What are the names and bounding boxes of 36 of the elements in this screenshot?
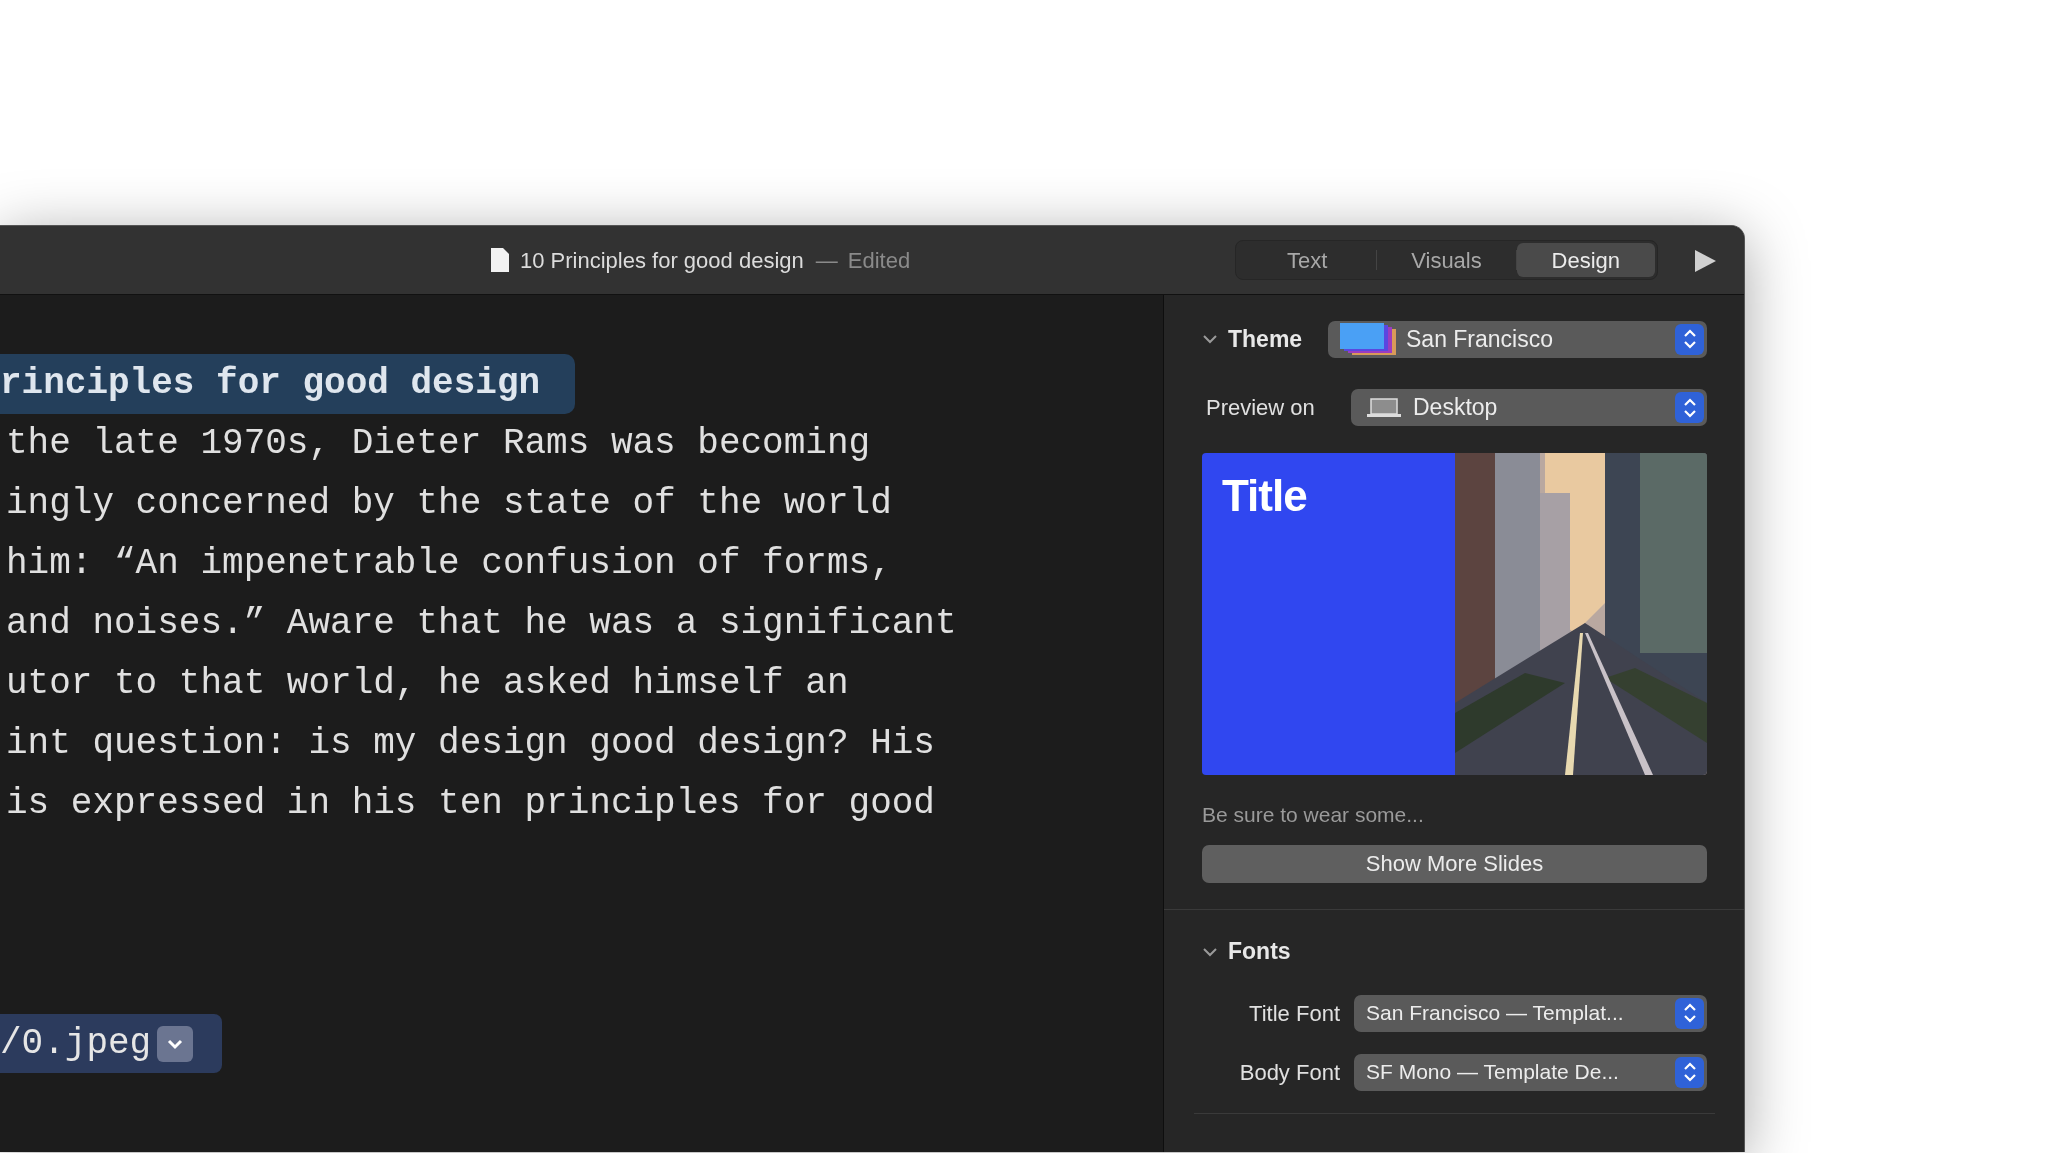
device-dropdown[interactable]: Desktop xyxy=(1351,389,1707,426)
body-text-line: int question: is my design good design? His xyxy=(5,722,935,766)
font-dropdown[interactable]: San Francisco — Templat... xyxy=(1354,994,1707,1032)
edited-status: Edited xyxy=(847,246,911,275)
stepper-icon xyxy=(1675,392,1704,423)
body-text-line: the late 1970s, Dieter Rams was becoming xyxy=(5,422,871,466)
stepper-icon xyxy=(1675,323,1704,355)
body-text-line: utor to that world, he asked himself an xyxy=(5,662,849,706)
tab[interactable]: Text xyxy=(1238,243,1377,277)
title-separator: — xyxy=(815,246,838,275)
field-label: Body Font xyxy=(1238,1058,1340,1087)
field-label: Preview on xyxy=(1206,394,1316,422)
play-icon[interactable] xyxy=(1693,249,1717,273)
theme-dropdown[interactable]: San Francisco xyxy=(1328,320,1707,358)
section-title: Fonts xyxy=(1228,937,1291,967)
section-title: Theme xyxy=(1228,324,1304,354)
tab[interactable]: Design xyxy=(1516,243,1655,277)
heading-text: rinciples for good design xyxy=(0,362,541,406)
chevron-down-icon[interactable] xyxy=(157,1025,194,1062)
tab[interactable]: Visuals xyxy=(1377,243,1516,277)
image-chip[interactable]: /0.jpeg xyxy=(0,1014,222,1073)
slide-title: Title xyxy=(1222,471,1307,520)
window-title: 10 Principles for good design xyxy=(520,246,804,275)
stepper-icon xyxy=(1675,1056,1704,1088)
body-text-line: and noises.” Aware that he was a significant xyxy=(5,602,957,646)
show-more-slides-button[interactable]: Show More Slides xyxy=(1202,844,1707,883)
slide-caption: Be sure to wear some... xyxy=(1202,802,1425,828)
body-text-line: is expressed in his ten principles for good xyxy=(5,782,935,826)
body-text-line: him: “An impenetrable confusion of forms, xyxy=(5,542,892,586)
document-icon xyxy=(490,247,510,273)
field-label: Title Font xyxy=(1248,999,1340,1028)
laptop-icon xyxy=(1367,397,1401,418)
font-dropdown[interactable]: SF Mono — Template De... xyxy=(1354,1053,1707,1091)
theme-thumbnail-icon xyxy=(1340,323,1398,355)
stepper-icon xyxy=(1675,997,1704,1029)
body-text-line: ingly concerned by the state of the world xyxy=(5,482,892,526)
